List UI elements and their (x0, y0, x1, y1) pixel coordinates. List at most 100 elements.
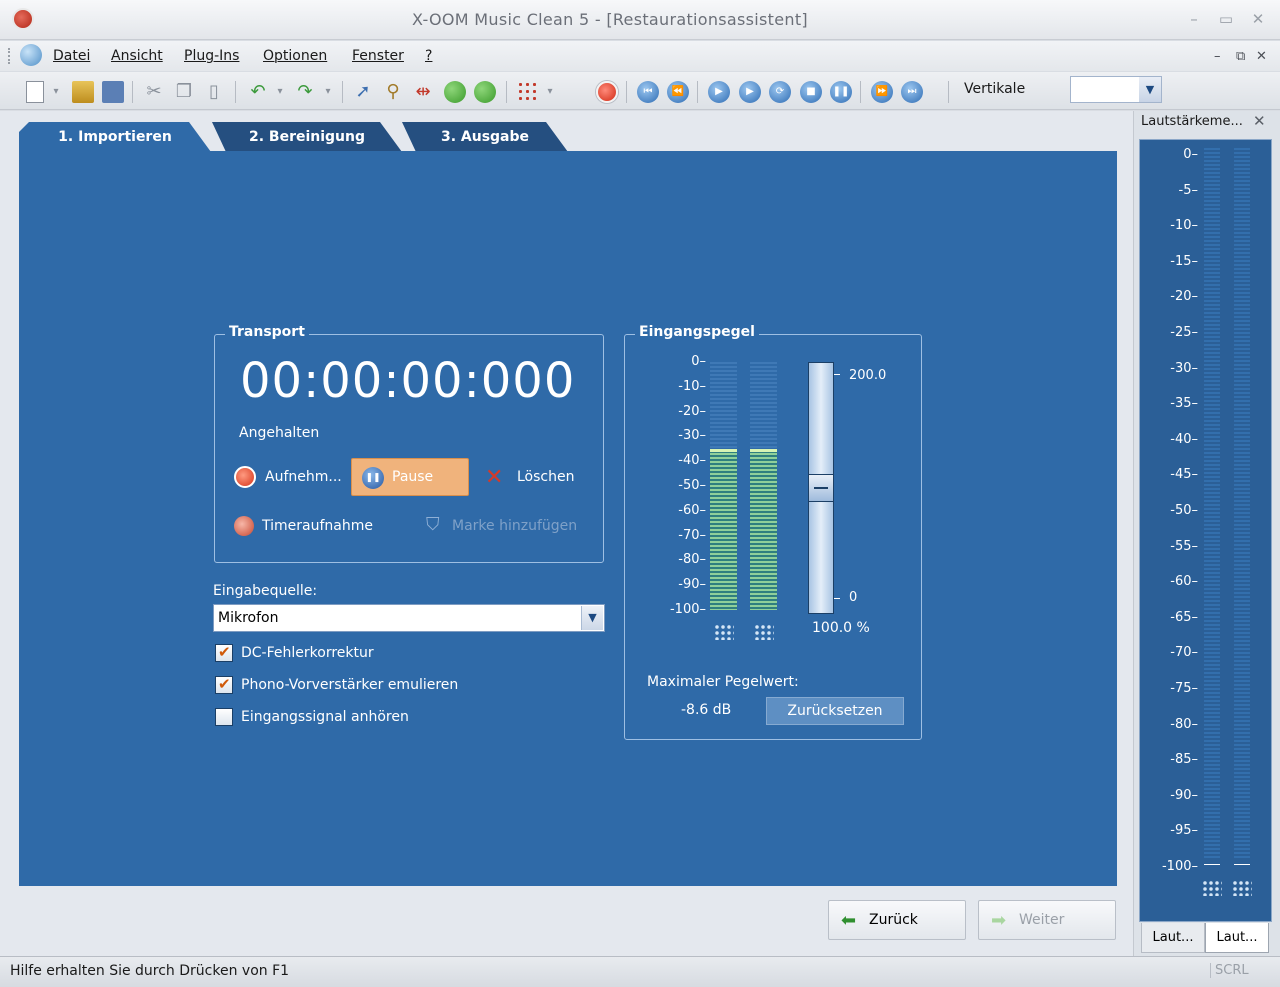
volume-scale-label: -55– (1170, 538, 1198, 554)
menu-optionen[interactable]: Optionen (263, 48, 327, 64)
cut-icon[interactable]: ✂ (143, 81, 165, 103)
sidebar-tab-1[interactable]: Laut... (1141, 923, 1205, 953)
mdi-restore-icon[interactable]: ⧉ (1236, 49, 1245, 64)
undo-dropdown-icon[interactable]: ▾ (274, 81, 286, 103)
volume-scale-label: 0– (1183, 147, 1198, 162)
volume-scale-label: -40– (1170, 431, 1198, 447)
gain-value: 100.0 % (812, 620, 870, 636)
forward-green-icon[interactable] (474, 81, 496, 103)
grid-dropdown-icon[interactable]: ▾ (544, 81, 556, 103)
toolbar-separator (342, 81, 343, 103)
volume-scale-label: -10– (1170, 218, 1198, 234)
skip-end-icon[interactable]: ⏭ (901, 81, 923, 103)
reset-button[interactable]: Zurücksetzen (766, 697, 904, 725)
input-level-title: Eingangspegel (635, 324, 759, 340)
app-logo-icon[interactable] (20, 44, 42, 66)
toolbar-separator (697, 81, 698, 103)
timer-record-button[interactable]: Timeraufnahme (262, 518, 373, 534)
sidebar-title: Lautstärkeme... (1141, 114, 1243, 129)
back-label: Zurück (869, 912, 918, 928)
menu-datei[interactable]: Datei (53, 48, 90, 64)
dc-correction-checkbox[interactable] (215, 643, 233, 662)
menu-fenster[interactable]: Fenster (352, 48, 404, 64)
open-folder-icon[interactable] (72, 81, 94, 103)
chevron-down-icon[interactable]: ▼ (581, 606, 603, 630)
chevron-down-icon[interactable]: ▼ (1139, 77, 1161, 102)
minimize-icon[interactable]: – (1182, 8, 1206, 30)
record-button[interactable]: Aufnehm... (265, 469, 342, 485)
close-icon[interactable]: ✕ (1246, 8, 1270, 30)
arrow-right-icon: ➡ (991, 910, 1007, 931)
tab-ausgabe[interactable]: 3. Ausgabe (402, 122, 568, 152)
dc-correction-label[interactable]: DC-Fehlerkorrektur (241, 645, 374, 661)
mdi-minimize-icon[interactable]: – (1214, 49, 1221, 64)
grid-view-icon[interactable] (517, 81, 539, 103)
scroll-lock-indicator: SCRL (1210, 963, 1249, 978)
menu-help[interactable]: ? (425, 48, 432, 64)
stop-icon[interactable]: ■ (800, 81, 822, 103)
back-green-icon[interactable] (444, 81, 466, 103)
new-dropdown-icon[interactable]: ▾ (50, 81, 62, 103)
zoom-icon[interactable]: ⚲ (382, 81, 404, 103)
redo-dropdown-icon[interactable]: ▾ (322, 81, 334, 103)
split-icon[interactable]: ⇹ (412, 81, 434, 103)
add-marker-button: Marke hinzufügen (452, 518, 578, 534)
phono-preamp-checkbox[interactable] (215, 675, 233, 694)
sidebar-close-icon[interactable]: ✕ (1253, 112, 1266, 130)
toolbar-separator (506, 81, 507, 103)
loop-icon[interactable]: ⟳ (769, 81, 791, 103)
input-source-select[interactable]: Mikrofon ▼ (213, 604, 605, 632)
level-scale-label: -80– (678, 552, 706, 568)
redo-icon[interactable]: ↷ (294, 81, 316, 103)
view-mode-select[interactable]: ▼ (1070, 76, 1162, 103)
menu-bar: Datei Ansicht Plug-Ins Optionen Fenster … (0, 41, 1280, 71)
input-source-label: Eingabequelle: (213, 583, 318, 599)
skip-start-icon[interactable]: ⏮ (637, 81, 659, 103)
volume-scale-label: -25– (1170, 325, 1198, 340)
undo-icon[interactable]: ↶ (247, 81, 269, 103)
play-icon[interactable]: ▶ (708, 81, 730, 103)
menu-plugins[interactable]: Plug-Ins (184, 48, 239, 64)
tab-bereinigung[interactable]: 2. Bereinigung (212, 122, 402, 152)
select-cursor-icon[interactable]: ➚ (352, 81, 374, 103)
sidebar-channel-left-icon (1202, 880, 1222, 896)
menu-ansicht[interactable]: Ansicht (111, 48, 163, 64)
delete-icon[interactable]: ✕ (485, 465, 503, 490)
monitor-input-label[interactable]: Eingangssignal anhören (241, 709, 409, 725)
level-scale-label: 0– (691, 354, 706, 369)
volume-meter-left (1204, 148, 1220, 860)
level-meter-left-peak (710, 448, 737, 452)
pause-icon: ❚❚ (362, 467, 384, 489)
gain-min-label: 0 (849, 590, 858, 605)
back-button[interactable]: ⬅ Zurück (828, 900, 966, 940)
monitor-input-checkbox[interactable] (215, 708, 233, 726)
fast-forward-icon[interactable]: ⏩ (871, 81, 893, 103)
volume-scale-label: -45– (1170, 467, 1198, 483)
record-icon[interactable] (596, 81, 618, 103)
tab-importieren[interactable]: 1. Importieren (19, 122, 211, 152)
phono-preamp-label[interactable]: Phono-Vorverstärker emulieren (241, 677, 458, 693)
rewind-icon[interactable]: ⏪ (667, 81, 689, 103)
paste-icon[interactable]: ▯ (203, 81, 225, 103)
maximize-icon[interactable]: ▭ (1214, 8, 1238, 30)
toolbar-separator (132, 81, 133, 103)
window-title: X-OOM Music Clean 5 - [Restaurationsassi… (412, 10, 808, 29)
toolbar-separator (235, 81, 236, 103)
sidebar-tab-2[interactable]: Laut... (1205, 923, 1269, 953)
level-meter-left (710, 362, 737, 610)
status-help-text: Hilfe erhalten Sie durch Drücken von F1 (10, 963, 290, 979)
play-selection-icon[interactable]: ▶ (739, 81, 761, 103)
next-label: Weiter (1019, 912, 1065, 928)
record-icon[interactable] (234, 466, 256, 488)
delete-button[interactable]: Löschen (517, 469, 574, 485)
save-icon[interactable] (102, 81, 124, 103)
timer-record-icon[interactable] (234, 516, 254, 536)
gain-slider-thumb[interactable] (808, 474, 834, 502)
new-document-icon[interactable] (26, 81, 44, 103)
copy-icon[interactable]: ❐ (173, 81, 195, 103)
mdi-close-icon[interactable]: ✕ (1256, 49, 1267, 64)
pause-button[interactable]: ❚❚ Pause (351, 458, 469, 496)
pause-icon[interactable]: ❚❚ (830, 81, 852, 103)
menubar-grip[interactable] (8, 48, 11, 64)
gain-tick (834, 598, 840, 599)
